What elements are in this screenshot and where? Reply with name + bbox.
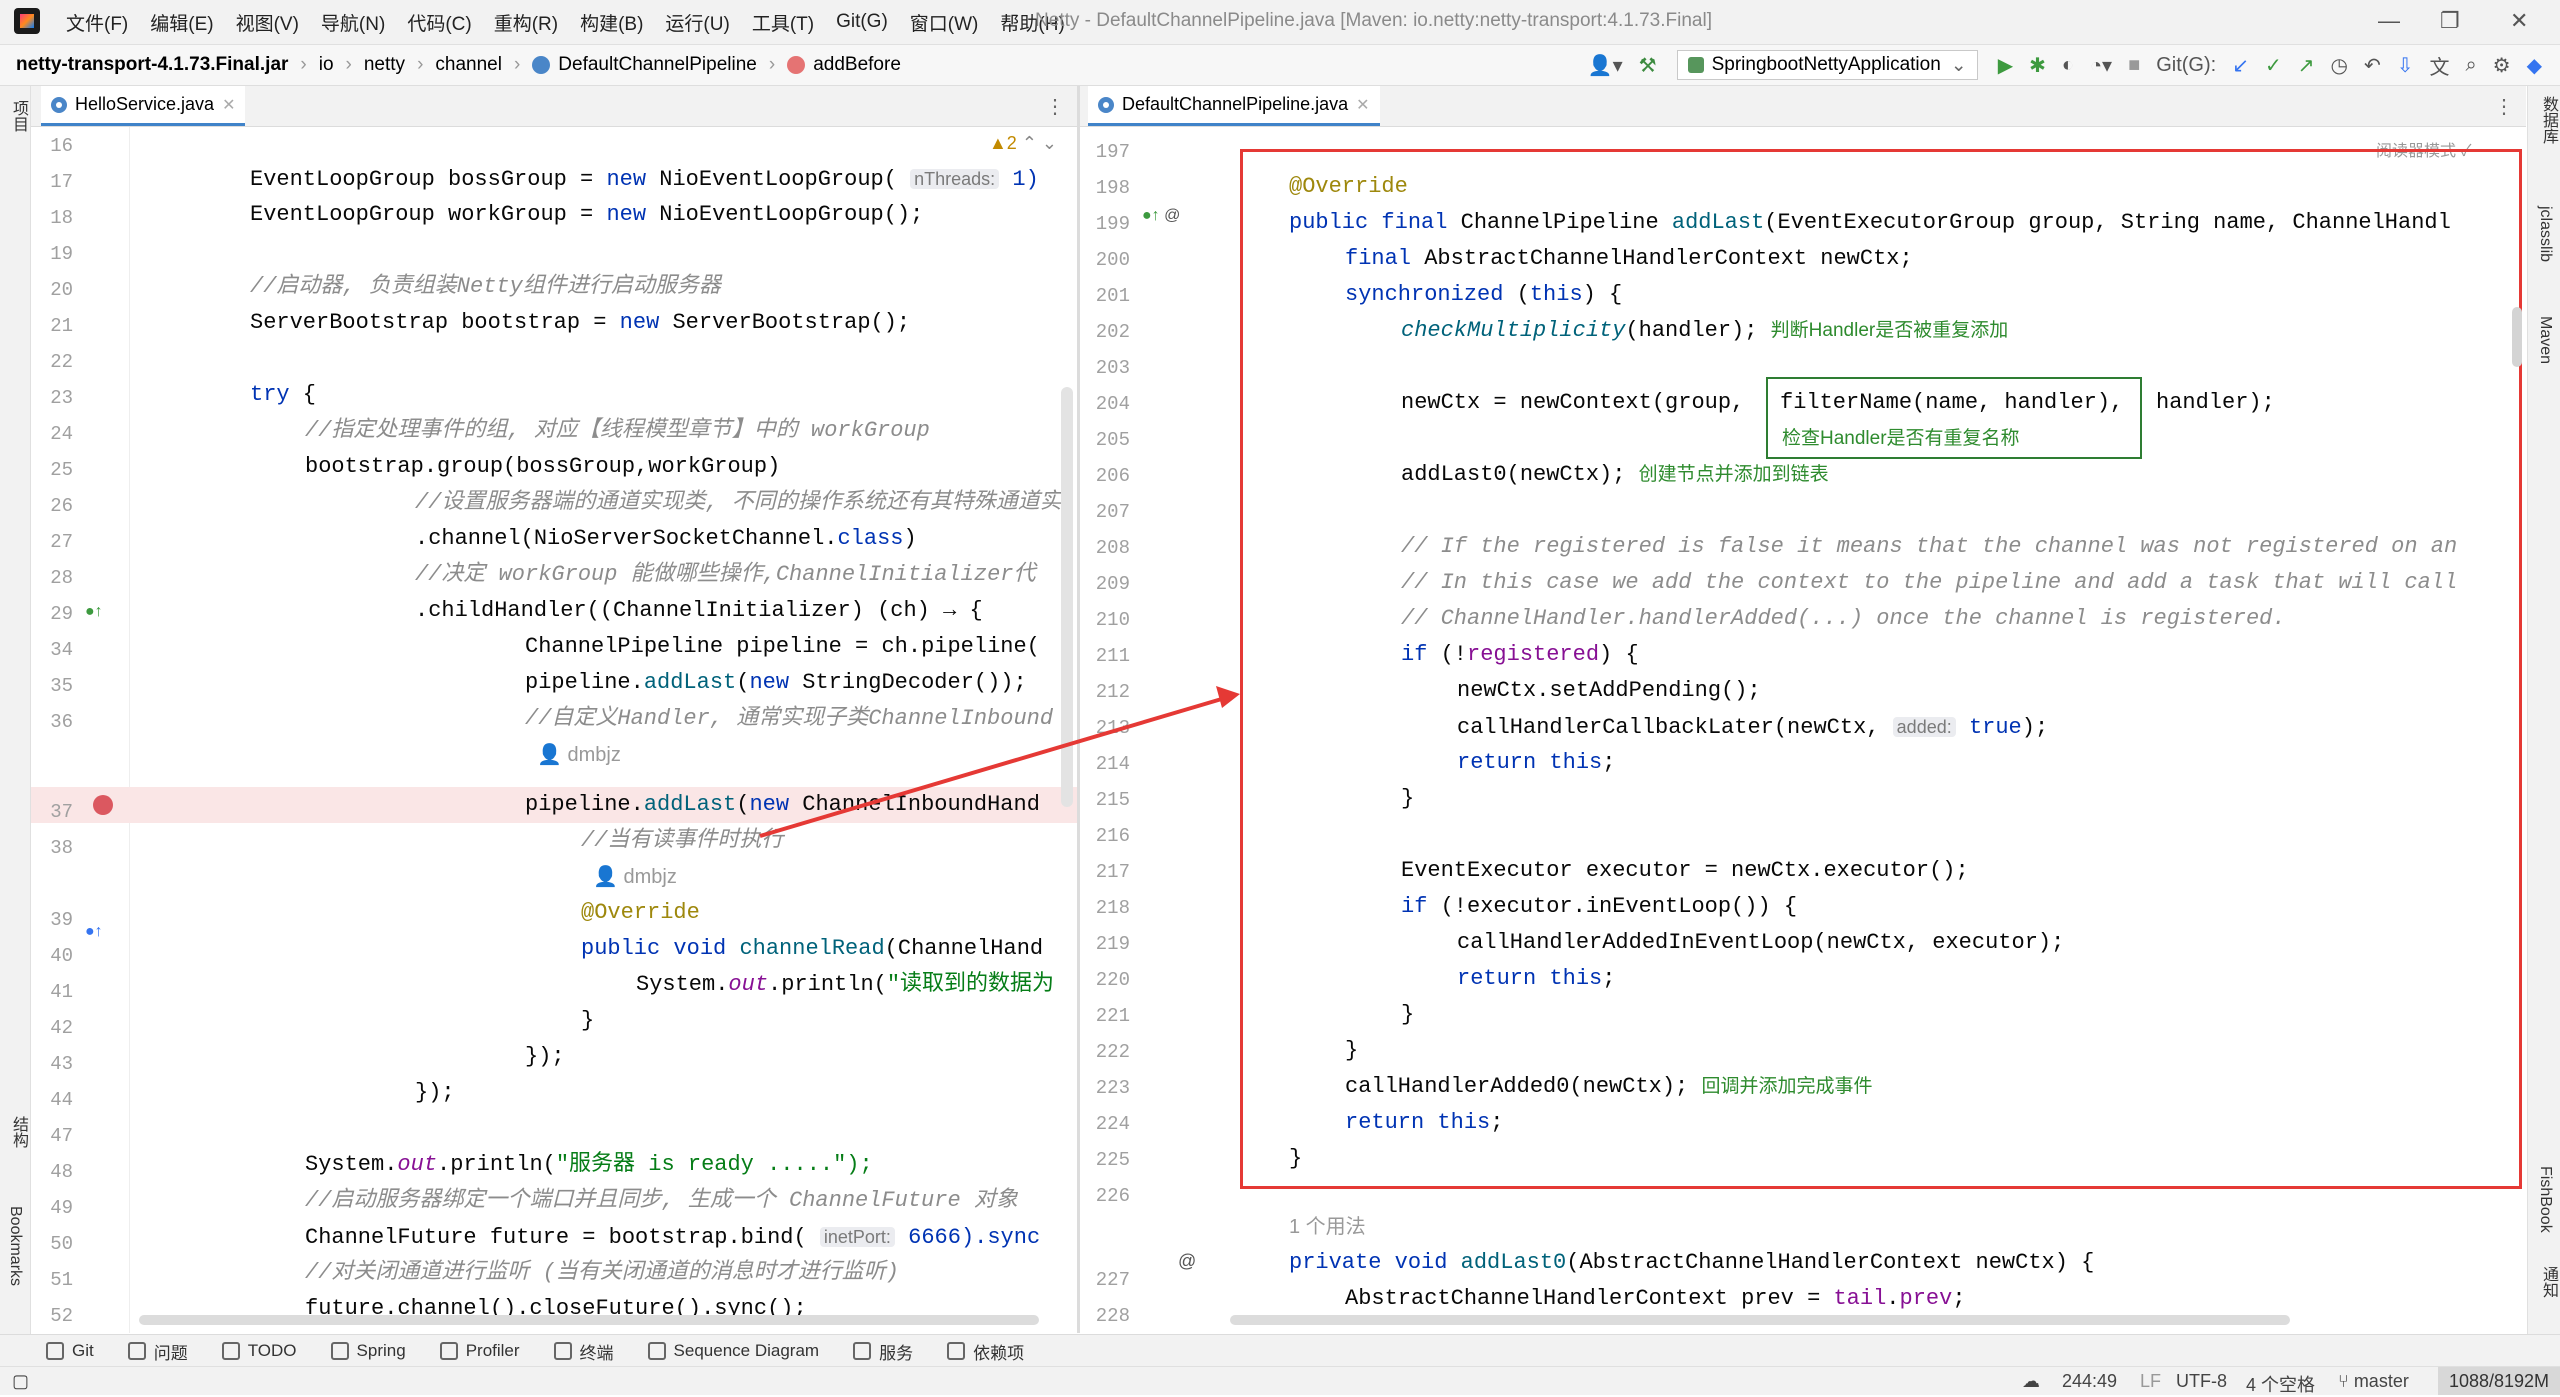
profiler-tool-button[interactable]: Profiler	[439, 1341, 520, 1361]
cloud-icon: ☁	[2022, 1371, 2040, 1391]
dependencies-tool-button[interactable]: 依赖项	[947, 1339, 1024, 1364]
file-encoding[interactable]: UTF-8	[2176, 1371, 2227, 1392]
layout-icon[interactable]: ▢	[12, 1371, 29, 1392]
annotation-arrow	[759, 686, 1240, 838]
tool-window-bar: Git 问题 TODO Spring Profiler 终端 Sequence …	[0, 1334, 2560, 1367]
git-tool-button[interactable]: Git	[46, 1341, 94, 1361]
spring-tool-button[interactable]: Spring	[330, 1341, 406, 1361]
problems-tool-button[interactable]: 问题	[127, 1339, 188, 1364]
todo-tool-button[interactable]: TODO	[221, 1341, 297, 1361]
git-branch[interactable]: ⑂ master	[2338, 1371, 2409, 1392]
memory-indicator[interactable]: 1088/8192M	[2438, 1367, 2560, 1395]
sequence-diagram-tool-button[interactable]: Sequence Diagram	[647, 1341, 819, 1361]
terminal-tool-button[interactable]: 终端	[553, 1339, 614, 1364]
line-separator[interactable]: LF	[2140, 1371, 2161, 1392]
indent-setting[interactable]: 4 个空格	[2246, 1371, 2315, 1397]
caret-position[interactable]: 244:49	[2062, 1371, 2117, 1392]
status-bar: ▢ ☁ 244:49 LF UTF-8 4 个空格 ⑂ master 1088/…	[0, 1366, 2560, 1395]
services-tool-button[interactable]: 服务	[853, 1339, 913, 1364]
